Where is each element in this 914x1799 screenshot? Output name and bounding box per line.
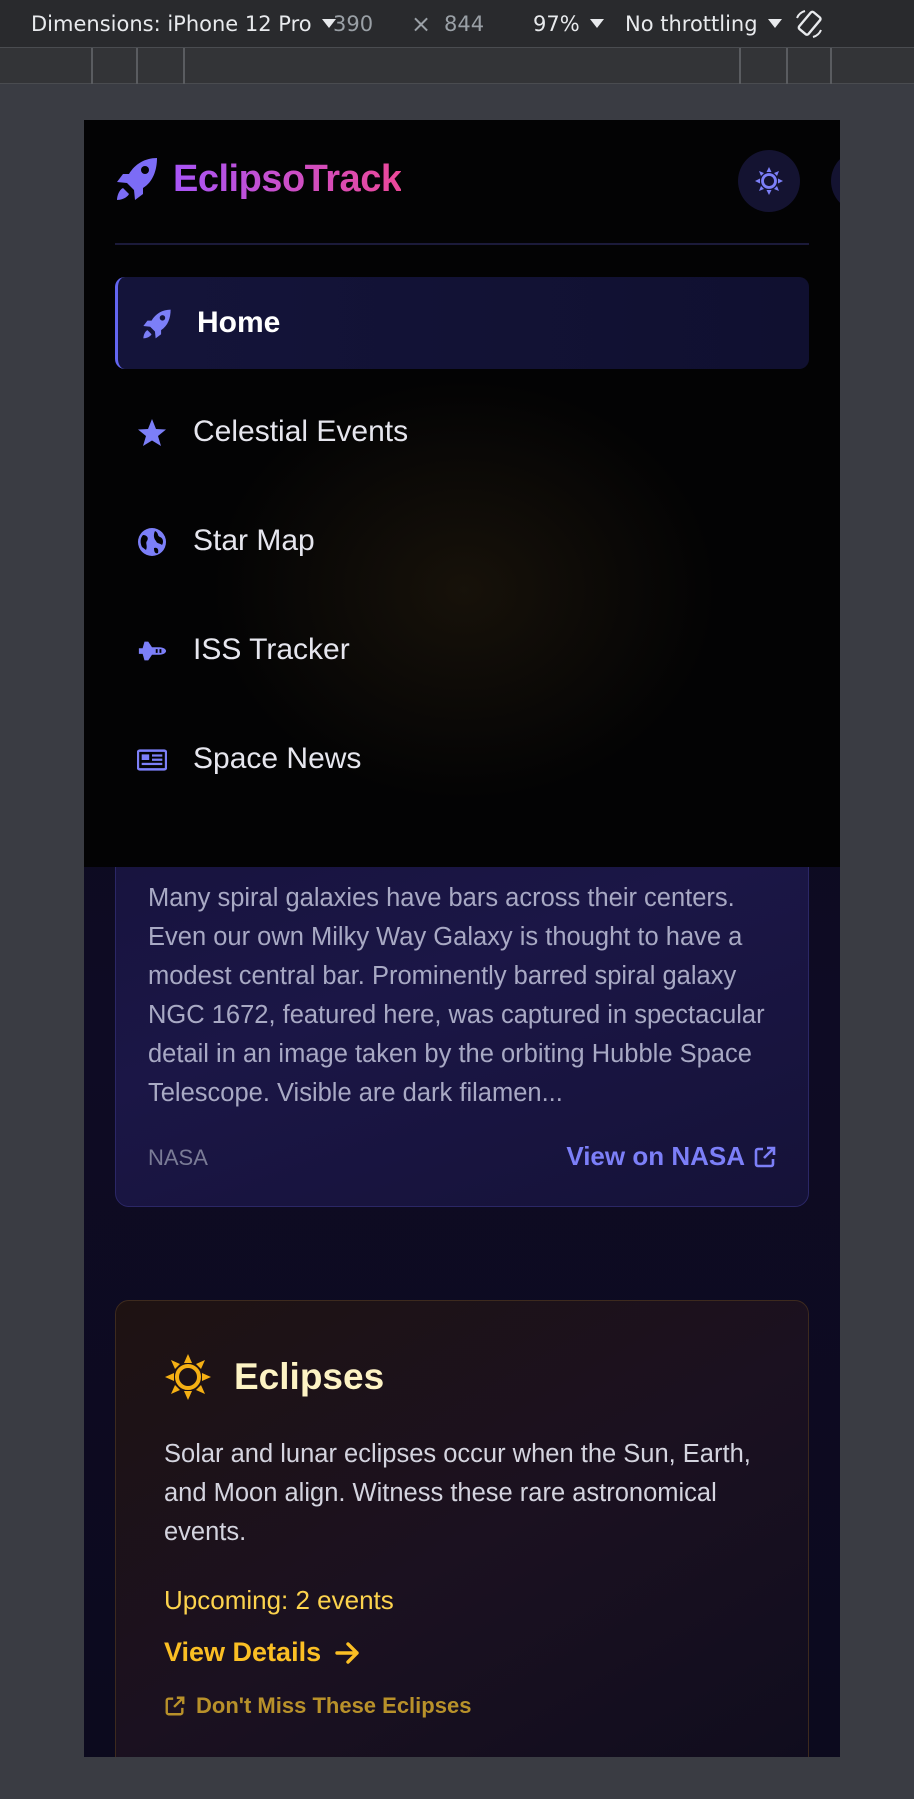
view-details-label: View Details <box>164 1637 322 1667</box>
dont-miss-label: Don't Miss These Eclipses <box>196 1693 472 1718</box>
drawer-header: EclipsoTrack <box>115 120 840 245</box>
device-viewport: Many spiral galaxies have bars across th… <box>84 120 840 1757</box>
newspaper-icon <box>137 745 167 775</box>
throttling-dropdown[interactable]: No throttling <box>625 12 782 36</box>
apod-description: Many spiral galaxies have bars across th… <box>148 884 765 1107</box>
theme-toggle-button[interactable] <box>738 150 800 212</box>
caret-down-icon <box>767 19 782 28</box>
throttling-label: No throttling <box>625 11 758 36</box>
zoom-dropdown[interactable]: 97% <box>533 12 604 36</box>
shuttle-icon <box>137 636 167 666</box>
brand-logo[interactable]: EclipsoTrack <box>115 156 402 202</box>
nav-item-label: Star Map <box>193 524 315 557</box>
nav-item-label: ISS Tracker <box>193 633 350 666</box>
nav-item-home[interactable]: Home <box>115 277 809 369</box>
brand-name: EclipsoTrack <box>173 157 402 200</box>
external-link-icon <box>165 1696 185 1716</box>
nav-item-label: Celestial Events <box>193 415 409 448</box>
eclipses-description: Solar and lunar eclipses occur when the … <box>164 1440 751 1546</box>
nav-item-celestial-events[interactable]: Celestial Events <box>115 386 809 478</box>
device-dropdown-label: Dimensions: iPhone 12 Pro <box>31 11 312 36</box>
rocket-icon <box>142 309 172 339</box>
width-input[interactable]: 390 <box>333 12 373 36</box>
eclipses-upcoming: Upcoming: 2 events <box>164 1585 394 1615</box>
caret-down-icon <box>589 19 604 28</box>
mobile-nav-drawer: EclipsoTrack Home Celestial Events Star … <box>84 120 840 867</box>
view-details-link[interactable]: View Details <box>164 1637 361 1668</box>
nav-item-star-map[interactable]: Star Map <box>115 495 809 587</box>
close-menu-button[interactable] <box>831 150 840 212</box>
eclipses-card: Eclipses Solar and lunar eclipses occur … <box>115 1300 809 1757</box>
dimension-separator: × <box>411 9 432 38</box>
apod-source: NASA <box>148 1145 208 1170</box>
arrow-right-icon <box>335 1641 359 1664</box>
media-query-bar <box>0 48 914 84</box>
eclipses-title: Eclipses <box>234 1356 385 1397</box>
rotate-icon[interactable] <box>793 8 825 40</box>
nav-list: Home Celestial Events Star Map ISS Track… <box>115 277 809 822</box>
height-input[interactable]: 844 <box>444 12 484 36</box>
nav-item-label: Space News <box>193 742 362 775</box>
zoom-label: 97% <box>533 11 580 36</box>
rocket-icon <box>117 158 157 200</box>
star-icon <box>137 418 167 448</box>
sun-icon <box>755 167 783 195</box>
nav-item-label: Home <box>197 306 281 339</box>
view-on-nasa-label: View on NASA <box>566 1141 745 1171</box>
nav-item-space-news[interactable]: Space News <box>115 713 809 805</box>
external-link-icon <box>754 1146 776 1167</box>
devtools-device-toolbar: Dimensions: iPhone 12 Pro 390 × 844 97% … <box>0 0 914 48</box>
sun-icon <box>165 1354 211 1400</box>
dont-miss-link[interactable]: Don't Miss These Eclipses <box>164 1693 471 1719</box>
nav-item-iss-tracker[interactable]: ISS Tracker <box>115 604 809 696</box>
device-dropdown[interactable]: Dimensions: iPhone 12 Pro <box>31 12 336 36</box>
view-on-nasa-link[interactable]: View on NASA <box>566 1141 777 1172</box>
globe-icon <box>137 527 167 557</box>
